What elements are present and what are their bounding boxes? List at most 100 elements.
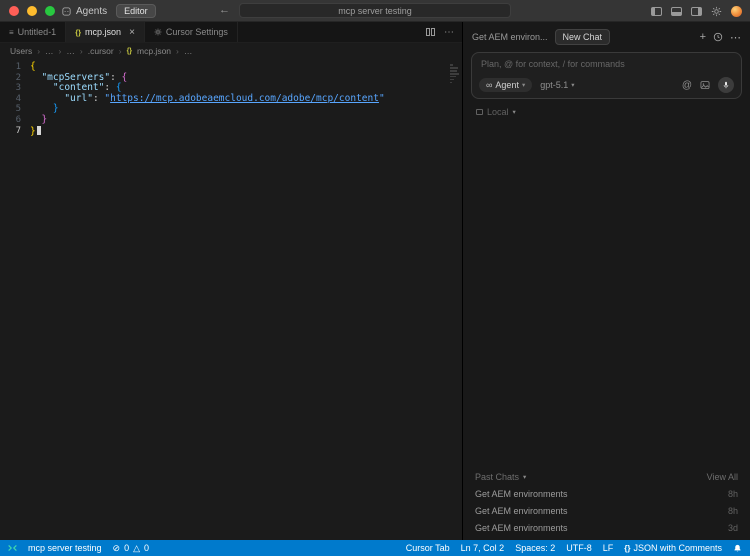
minimize-window-button[interactable]: [27, 6, 37, 16]
warnings-icon: △: [133, 543, 140, 554]
json-file-icon: {}: [75, 28, 81, 37]
past-chat-item[interactable]: Get AEM environments8h: [473, 502, 740, 519]
line-number: 3: [0, 83, 30, 94]
breadcrumb-item[interactable]: .cursor: [88, 46, 114, 56]
chat-history-icon[interactable]: [713, 32, 723, 42]
titlebar-search[interactable]: mcp server testing: [239, 3, 511, 18]
code-line[interactable]: 5 }: [0, 104, 462, 115]
code-line[interactable]: 6 }: [0, 115, 462, 126]
problems-indicator[interactable]: ⊘ 0 △ 0: [113, 543, 151, 554]
errors-icon: ⊘: [113, 543, 121, 554]
chevron-down-icon: ▾: [513, 108, 516, 116]
tab-label: mcp.json: [85, 27, 121, 37]
language-label: JSON with Comments: [633, 543, 722, 553]
tab-untitled[interactable]: ≡ Untitled-1: [0, 22, 66, 42]
past-chat-item[interactable]: Get AEM environments8h: [473, 485, 740, 502]
tab-mcp-json[interactable]: {} mcp.json ×: [66, 22, 145, 42]
toggle-panel-icon[interactable]: [671, 7, 682, 16]
remote-indicator-icon[interactable]: [8, 544, 17, 552]
eol-status[interactable]: LF: [603, 543, 614, 553]
ai-chat-panel: Get AEM environ... New Chat + ⋯ ∞ Agent: [462, 22, 750, 540]
line-number: 5: [0, 104, 30, 115]
model-selector[interactable]: gpt-5.1 ▾: [540, 80, 574, 90]
editor-more-actions-icon[interactable]: ⋯: [444, 27, 454, 38]
tab-label: Untitled-1: [18, 27, 57, 37]
breadcrumb-separator-icon: ›: [37, 46, 40, 56]
back-icon[interactable]: ←: [219, 4, 230, 16]
toggle-secondary-sidebar-icon[interactable]: [691, 7, 702, 16]
agent-mode-label: Agent: [495, 80, 519, 90]
agent-infinity-icon: ∞: [486, 80, 492, 90]
mention-icon[interactable]: @: [682, 80, 692, 91]
cursor-position-status[interactable]: Ln 7, Col 2: [461, 543, 505, 553]
json-braces-icon: {}: [624, 544, 630, 553]
past-chats-header: Past Chats ▾ View All: [473, 469, 740, 485]
project-status-label[interactable]: mcp server testing: [28, 543, 102, 553]
cursor-tab-status[interactable]: Cursor Tab: [406, 543, 450, 553]
window-controls: [9, 6, 55, 16]
chat-input[interactable]: [481, 59, 732, 69]
toggle-primary-sidebar-icon[interactable]: [651, 7, 662, 16]
chat-header: Get AEM environ... New Chat + ⋯: [463, 22, 750, 49]
breadcrumb-item[interactable]: …: [45, 46, 54, 56]
past-chat-item[interactable]: Get AEM environments3d: [473, 519, 740, 536]
breadcrumb-item[interactable]: …: [184, 46, 193, 56]
breadcrumb: Users › … › … › .cursor › {} mcp.json › …: [0, 43, 462, 59]
tab-cursor-settings[interactable]: Cursor Settings: [145, 22, 238, 42]
breadcrumb-item[interactable]: Users: [10, 46, 32, 56]
language-mode-status[interactable]: {} JSON with Comments: [624, 543, 722, 553]
view-all-link[interactable]: View All: [707, 472, 738, 482]
fullscreen-window-button[interactable]: [45, 6, 55, 16]
context-selector[interactable]: Local ▾: [476, 107, 737, 117]
account-avatar[interactable]: [731, 6, 742, 17]
warnings-count: 0: [144, 543, 149, 553]
code-lines: 1{2 "mcpServers": {3 "content": {4 "url"…: [0, 62, 462, 136]
breadcrumb-item[interactable]: mcp.json: [137, 46, 171, 56]
new-chat-button[interactable]: New Chat: [555, 29, 611, 45]
image-attach-icon[interactable]: [700, 80, 710, 90]
context-label: Local: [487, 107, 509, 117]
local-context-icon: [476, 109, 483, 115]
chat-input-box[interactable]: ∞ Agent ▾ gpt-5.1 ▾ @: [471, 52, 742, 99]
add-chat-plus-icon[interactable]: +: [700, 31, 706, 43]
chat-input-toolbar: ∞ Agent ▾ gpt-5.1 ▾ @: [479, 77, 734, 93]
past-chats-section: Past Chats ▾ View All Get AEM environmen…: [463, 469, 750, 536]
past-chat-time: 8h: [728, 489, 738, 499]
breadcrumb-separator-icon: ›: [119, 46, 122, 56]
line-number: 7: [0, 126, 30, 137]
settings-gear-icon[interactable]: [711, 6, 722, 17]
chat-tab-title[interactable]: Get AEM environ...: [472, 32, 548, 42]
search-value: mcp server testing: [338, 6, 412, 16]
notifications-bell-icon[interactable]: [733, 544, 742, 553]
tab-bar: ≡ Untitled-1 {} mcp.json × Cursor Se: [0, 22, 462, 43]
app-window: Agents Editor ← mcp server testing: [0, 0, 750, 556]
code-line[interactable]: 4 "url": "https://mcp.adobeaemcloud.com/…: [0, 94, 462, 105]
breadcrumb-separator-icon: ›: [59, 46, 62, 56]
past-chats-title[interactable]: Past Chats: [475, 472, 519, 482]
main-area: ≡ Untitled-1 {} mcp.json × Cursor Se: [0, 22, 750, 540]
chat-more-icon[interactable]: ⋯: [730, 31, 741, 44]
breadcrumb-separator-icon: ›: [176, 46, 179, 56]
indentation-status[interactable]: Spaces: 2: [515, 543, 555, 553]
chevron-down-icon: ▾: [571, 81, 574, 89]
line-number: 4: [0, 94, 30, 105]
agents-tab[interactable]: Agents: [76, 6, 107, 17]
close-tab-icon[interactable]: ×: [129, 27, 135, 38]
encoding-status[interactable]: UTF-8: [566, 543, 592, 553]
code-editor[interactable]: 1{2 "mcpServers": {3 "content": {4 "url"…: [0, 59, 462, 540]
close-window-button[interactable]: [9, 6, 19, 16]
line-number: 6: [0, 115, 30, 126]
editor-tab[interactable]: Editor: [116, 4, 156, 18]
past-chat-title: Get AEM environments: [475, 506, 568, 516]
agent-mode-selector[interactable]: ∞ Agent ▾: [479, 78, 532, 92]
voice-input-button[interactable]: [718, 77, 734, 93]
line-number: 1: [0, 62, 30, 73]
past-chat-time: 3d: [728, 523, 738, 533]
minimap[interactable]: [450, 63, 460, 85]
line-number: 2: [0, 73, 30, 84]
code-line[interactable]: 7}: [0, 126, 462, 137]
model-label: gpt-5.1: [540, 80, 568, 90]
breadcrumb-item[interactable]: …: [66, 46, 75, 56]
split-editor-icon[interactable]: [426, 28, 435, 36]
agents-icon: [62, 7, 71, 16]
